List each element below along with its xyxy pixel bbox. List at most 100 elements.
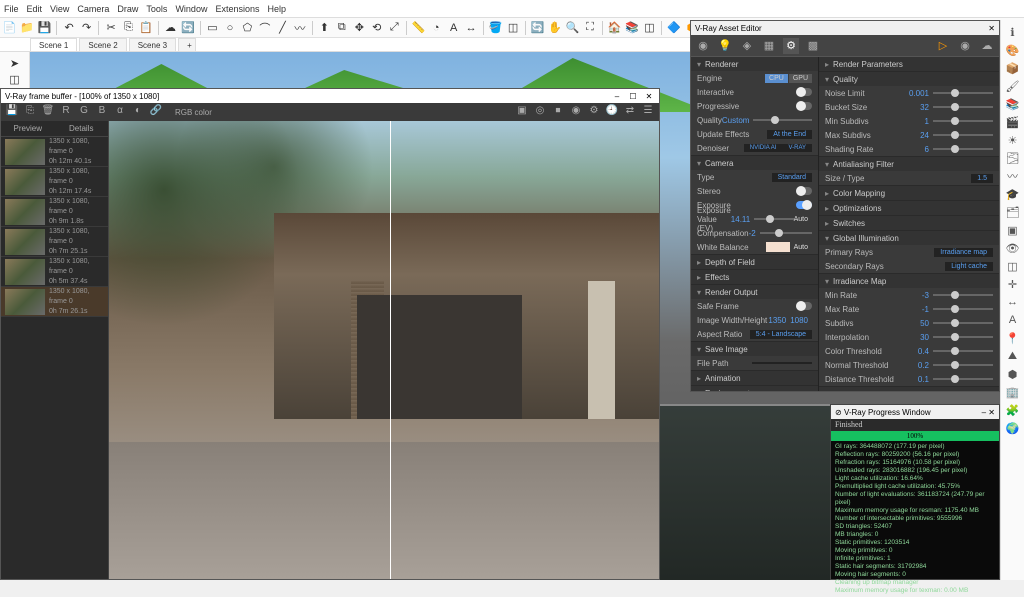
history-item[interactable]: 1350 x 1080, frame 00h 7m 25.1s <box>1 227 108 257</box>
ae-render-icon[interactable]: ▷ <box>935 38 951 54</box>
tray-sandbox-icon[interactable]: ⛰ <box>1005 348 1021 364</box>
vfb-link-icon[interactable]: 🔗 <box>149 105 163 119</box>
tool-protractor-icon[interactable]: ◔ <box>428 20 443 36</box>
ae-section-header[interactable]: ▾Camera <box>691 156 818 170</box>
vfb-alpha-icon[interactable]: α <box>113 105 127 119</box>
tray-hide-icon[interactable]: 👁 <box>1005 240 1021 256</box>
menu-tools[interactable]: Tools <box>146 4 167 14</box>
tool-orbit-icon[interactable]: 🔄 <box>530 20 545 36</box>
ae-tab-textures-icon[interactable]: ▩ <box>805 38 821 54</box>
vfb-render-view[interactable] <box>109 121 659 579</box>
history-item[interactable]: 1350 x 1080, frame 00h 12m 17.4s <box>1 167 108 197</box>
ae-section-header[interactable]: ▸Optimizations <box>819 201 999 215</box>
eraser-icon[interactable]: ◫ <box>8 72 22 86</box>
tray-axes-icon[interactable]: ✛ <box>1005 276 1021 292</box>
tool-3dw-icon[interactable]: 🏠 <box>607 20 622 36</box>
ae-param-row[interactable]: Update EffectsAt the End <box>691 127 818 141</box>
tray-position-icon[interactable]: 📍 <box>1005 330 1021 346</box>
ae-param-row[interactable]: Max Subdivs24 <box>819 128 999 142</box>
tool-cloud-icon[interactable]: ☁ <box>163 20 178 36</box>
ae-section-header[interactable]: ▸Color Mapping <box>819 186 999 200</box>
ae-section-header[interactable]: ▾Save Image <box>691 342 818 356</box>
vfb-channel-b-icon[interactable]: B <box>95 105 109 119</box>
menu-file[interactable]: File <box>4 4 19 14</box>
ae-interactive-icon[interactable]: ◉ <box>957 38 973 54</box>
tray-geolocation-icon[interactable]: 🌍 <box>1005 420 1021 436</box>
ae-param-row[interactable]: Bucket Size32 <box>819 100 999 114</box>
scene-tab-3[interactable]: Scene 3 <box>129 38 176 51</box>
pw-titlebar[interactable]: ⊘ V-Ray Progress Window – ✕ <box>831 405 999 419</box>
vfb-channel-g-icon[interactable]: G <box>77 105 91 119</box>
tool-zoom-icon[interactable]: 🔍 <box>565 20 580 36</box>
ae-tab-renderelm-icon[interactable]: ▦ <box>761 38 777 54</box>
history-item[interactable]: 1350 x 1080, frame 00h 12m 40.1s <box>1 137 108 167</box>
history-item[interactable]: 1350 x 1080, frame 00h 5m 37.4s <box>1 257 108 287</box>
ae-param-row[interactable]: Exposure Value (EV)14.11Auto <box>691 212 818 226</box>
minimize-icon[interactable]: – <box>982 408 986 417</box>
ae-param-row[interactable]: Noise Limit0.001 <box>819 86 999 100</box>
menu-window[interactable]: Window <box>175 4 207 14</box>
vfb-stop-icon[interactable]: ⏹ <box>551 105 565 119</box>
vfb-channel-r-icon[interactable]: R <box>59 105 73 119</box>
tray-layers-icon[interactable]: 📚 <box>1005 96 1021 112</box>
ae-param-row[interactable]: Primary RaysIrradiance map <box>819 245 999 259</box>
vfb-save-icon[interactable]: 💾 <box>5 105 19 119</box>
tool-layers-icon[interactable]: 📚 <box>624 20 639 36</box>
ae-cloud-icon[interactable]: ☁ <box>979 38 995 54</box>
ae-section-header[interactable]: ▸Render Parameters <box>819 57 999 71</box>
vfb-track-icon[interactable]: ◎ <box>533 105 547 119</box>
ae-param-row[interactable]: Interpolation30 <box>819 330 999 344</box>
ae-section-header[interactable]: ▾Global Illumination <box>819 231 999 245</box>
close-icon[interactable]: ✕ <box>988 408 995 417</box>
tray-components-icon[interactable]: 📦 <box>1005 60 1021 76</box>
menu-view[interactable]: View <box>50 4 69 14</box>
menu-extensions[interactable]: Extensions <box>215 4 259 14</box>
ae-param-row[interactable]: QualityCustom <box>691 113 818 127</box>
tool-eraser-icon[interactable]: ◫ <box>505 20 520 36</box>
ae-param-row[interactable]: DenoiserNVIDIA AIV-RAY <box>691 141 818 155</box>
tool-text-icon[interactable]: A <box>446 20 461 36</box>
ae-param-row[interactable]: Color Threshold0.4 <box>819 344 999 358</box>
minimize-icon[interactable]: – <box>611 92 623 101</box>
history-item[interactable]: 1350 x 1080, frame 00h 7m 26.1s <box>1 287 108 317</box>
close-icon[interactable]: ✕ <box>643 92 655 101</box>
vfb-cc-icon[interactable]: ⚙ <box>587 105 601 119</box>
ae-param-row[interactable]: Subdivs50 <box>819 316 999 330</box>
tray-instructor-icon[interactable]: 🎓 <box>1005 186 1021 202</box>
tool-circle-icon[interactable]: ○ <box>222 20 237 36</box>
tray-dims-icon[interactable]: ↔ <box>1005 294 1021 310</box>
tray-text-icon[interactable]: A <box>1005 312 1021 328</box>
tool-section-icon[interactable]: ◫ <box>642 20 657 36</box>
tray-selection-icon[interactable]: ▣ <box>1005 222 1021 238</box>
menu-camera[interactable]: Camera <box>77 4 109 14</box>
tool-arc-icon[interactable]: ⌒ <box>257 20 272 36</box>
ae-param-row[interactable]: TypeStandard <box>691 170 818 184</box>
ae-param-row[interactable]: Image Width/Height13501080 <box>691 313 818 327</box>
ae-section-header[interactable]: ▸Animation <box>691 371 818 385</box>
tool-move-icon[interactable]: ✥ <box>352 20 367 36</box>
tool-tape-icon[interactable]: 📏 <box>411 20 426 36</box>
tray-scenes-icon[interactable]: 🎬 <box>1005 114 1021 130</box>
tray-solid-icon[interactable]: ⬢ <box>1005 366 1021 382</box>
tool-paint-icon[interactable]: 🪣 <box>488 20 503 36</box>
tray-softedges-icon[interactable]: 〰 <box>1005 168 1021 184</box>
ae-param-row[interactable]: File Path <box>691 356 818 370</box>
tool-paste-icon[interactable]: 📋 <box>138 20 153 36</box>
tool-rect-icon[interactable]: ▭ <box>205 20 220 36</box>
ae-param-row[interactable]: Normal Threshold0.2 <box>819 358 999 372</box>
vray-render-icon[interactable]: 🔷 <box>666 20 681 36</box>
ae-param-row[interactable]: Shading Rate6 <box>819 142 999 156</box>
tray-section-icon[interactable]: ◫ <box>1005 258 1021 274</box>
ae-section-header[interactable]: ▾Quality <box>819 72 999 86</box>
vfb-clear-icon[interactable]: 🗑 <box>41 105 55 119</box>
ae-param-row[interactable]: Size / Type1.5 <box>819 171 999 185</box>
tray-fog-icon[interactable]: 🌫 <box>1005 150 1021 166</box>
ae-param-row[interactable]: Min Rate-3 <box>819 288 999 302</box>
ae-param-row[interactable]: Compensation-2 <box>691 226 818 240</box>
vfb-lens-icon[interactable]: ◉ <box>569 105 583 119</box>
ae-section-header[interactable]: ▾Environment <box>691 386 818 391</box>
tool-poly-icon[interactable]: ⬠ <box>240 20 255 36</box>
ae-param-row[interactable]: Stereo <box>691 184 818 198</box>
ae-tab-lights-icon[interactable]: 💡 <box>717 38 733 54</box>
tool-redo-icon[interactable]: ↷ <box>79 20 94 36</box>
